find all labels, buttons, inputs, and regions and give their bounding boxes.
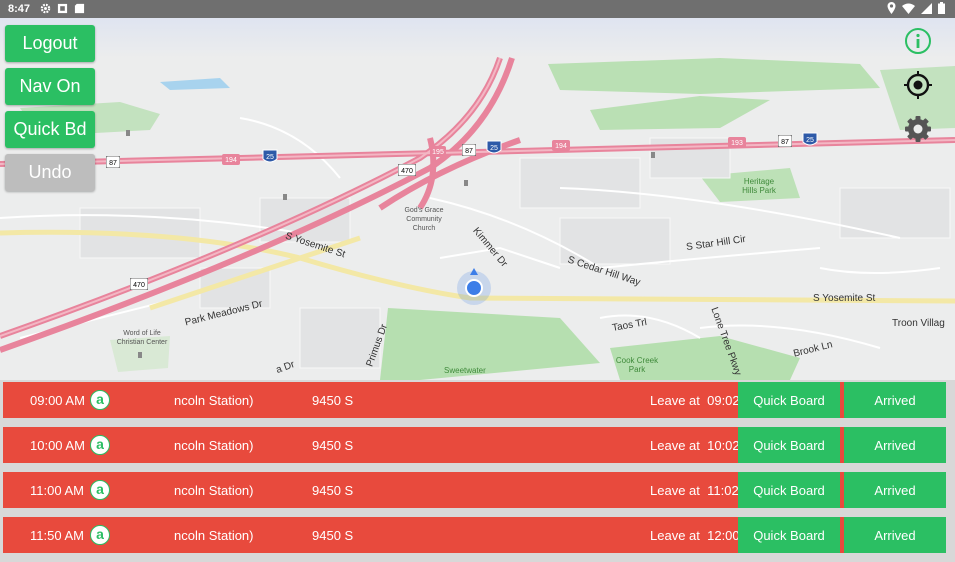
trip-row[interactable]: 11:00 AM a ncoln Station) 9450 S Leave a… (3, 472, 946, 508)
svg-text:87: 87 (781, 139, 789, 146)
svg-text:25: 25 (490, 145, 498, 152)
status-time: 8:47 (8, 3, 31, 15)
sim-icon (57, 3, 68, 14)
quick-board-button[interactable]: Quick Board (738, 517, 840, 553)
svg-text:25: 25 (266, 154, 274, 161)
info-icon (905, 28, 931, 54)
info-button[interactable] (901, 24, 935, 58)
trip-station: ncoln Station) (174, 528, 254, 543)
trip-list: 09:00 AM a ncoln Station) 9450 S Leave a… (0, 380, 955, 562)
trip-leave-time: Leave at 09:02 (650, 393, 740, 408)
trip-time: 09:00 AM (30, 393, 85, 408)
settings-gear-icon (905, 116, 931, 142)
wifi-icon (902, 3, 915, 14)
shield-25-icon: 25 (262, 149, 278, 163)
map-label-gods-grace: God's Grace Community Church (404, 207, 444, 232)
map-graphics (0, 18, 955, 380)
trip-leave-time: Leave at 11:02 (650, 483, 739, 498)
shield-87b-icon: 87 (462, 144, 476, 156)
shield-87-icon: 87 (106, 156, 120, 168)
map-label-heritage: Heritage Hills Park (742, 177, 776, 195)
trip-address: 9450 S (312, 438, 354, 453)
trip-row[interactable]: 10:00 AM a ncoln Station) 9450 S Leave a… (3, 427, 946, 463)
svg-text:194: 194 (555, 143, 567, 150)
shield-470b-icon: 470 (130, 278, 148, 290)
svg-text:87: 87 (465, 148, 473, 155)
trip-badge-icon: a (90, 390, 110, 410)
leave-time-value: 10:02 (707, 438, 740, 453)
quick-board-toggle-button[interactable]: Quick Bd (5, 111, 95, 148)
trip-leave-time: Leave at 12:00 (650, 528, 740, 543)
map-label-yosemite-east: S Yosemite St (813, 293, 876, 304)
signal-icon (921, 2, 932, 14)
locate-button[interactable] (901, 68, 935, 102)
svg-text:194: 194 (225, 157, 237, 164)
trip-address: 9450 S (312, 393, 354, 408)
trip-station: ncoln Station) (174, 483, 254, 498)
trip-time: 11:00 AM (30, 483, 84, 498)
shield-25b-icon: 25 (486, 140, 502, 154)
arrived-button[interactable]: Arrived (844, 517, 946, 553)
svg-text:87: 87 (109, 160, 117, 167)
trip-badge-icon: a (90, 525, 110, 545)
nav-toggle-button[interactable]: Nav On (5, 68, 95, 105)
current-location-icon (465, 279, 483, 297)
trip-time: 11:50 AM (30, 528, 84, 543)
map-view[interactable]: 87 194 25 195 87 25 194 193 87 25 470 47… (0, 18, 955, 380)
leave-prefix: Leave at (650, 483, 700, 498)
shield-194-icon: 194 (222, 154, 240, 165)
map-label-cook-creek: Cook Creek Park (615, 356, 659, 374)
arrived-button[interactable]: Arrived (844, 382, 946, 418)
trip-leave-time: Leave at 10:02 (650, 438, 740, 453)
undo-button[interactable]: Undo (5, 154, 95, 191)
arrived-button[interactable]: Arrived (844, 472, 946, 508)
quick-board-button[interactable]: Quick Board (738, 427, 840, 463)
arrived-button[interactable]: Arrived (844, 427, 946, 463)
trip-address: 9450 S (312, 528, 354, 543)
trip-address: 9450 S (312, 483, 354, 498)
trip-row[interactable]: 09:00 AM a ncoln Station) 9450 S Leave a… (3, 382, 946, 418)
gear-icon (40, 3, 51, 14)
shield-87c-icon: 87 (778, 135, 792, 147)
leave-prefix: Leave at (650, 393, 700, 408)
map-label-troon: Troon Villag (892, 318, 945, 329)
shield-470-icon: 470 (398, 164, 416, 176)
leave-time-value: 12:00 (707, 528, 740, 543)
map-label-word-of-life: Word of Life Christian Center (116, 330, 168, 346)
logout-button[interactable]: Logout (5, 25, 95, 62)
settings-button[interactable] (901, 112, 935, 146)
trip-badge-icon: a (90, 435, 110, 455)
shield-194b-icon: 194 (552, 140, 570, 151)
leave-prefix: Leave at (650, 528, 700, 543)
location-icon (887, 2, 896, 14)
leave-time-value: 11:02 (707, 483, 739, 498)
svg-text:470: 470 (133, 282, 145, 289)
leave-prefix: Leave at (650, 438, 700, 453)
sd-card-icon (74, 3, 85, 14)
svg-text:25: 25 (806, 137, 814, 144)
trip-station: ncoln Station) (174, 393, 254, 408)
quick-board-button[interactable]: Quick Board (738, 382, 840, 418)
trip-time: 10:00 AM (30, 438, 85, 453)
trip-row[interactable]: 11:50 AM a ncoln Station) 9450 S Leave a… (3, 517, 946, 553)
map-label-sweetwater: Sweetwater (444, 366, 486, 375)
quick-board-button[interactable]: Quick Board (738, 472, 840, 508)
svg-text:195: 195 (432, 149, 444, 156)
shield-193-icon: 193 (728, 137, 746, 148)
battery-icon (938, 2, 945, 14)
locate-target-icon (904, 71, 932, 99)
svg-text:470: 470 (401, 168, 413, 175)
trip-badge-icon: a (90, 480, 110, 500)
trip-station: ncoln Station) (174, 438, 254, 453)
svg-text:193: 193 (731, 140, 743, 147)
shield-25c-icon: 25 (802, 132, 818, 146)
leave-time-value: 09:02 (707, 393, 740, 408)
status-bar: 8:47 (0, 0, 955, 18)
shield-195-icon: 195 (430, 146, 446, 157)
